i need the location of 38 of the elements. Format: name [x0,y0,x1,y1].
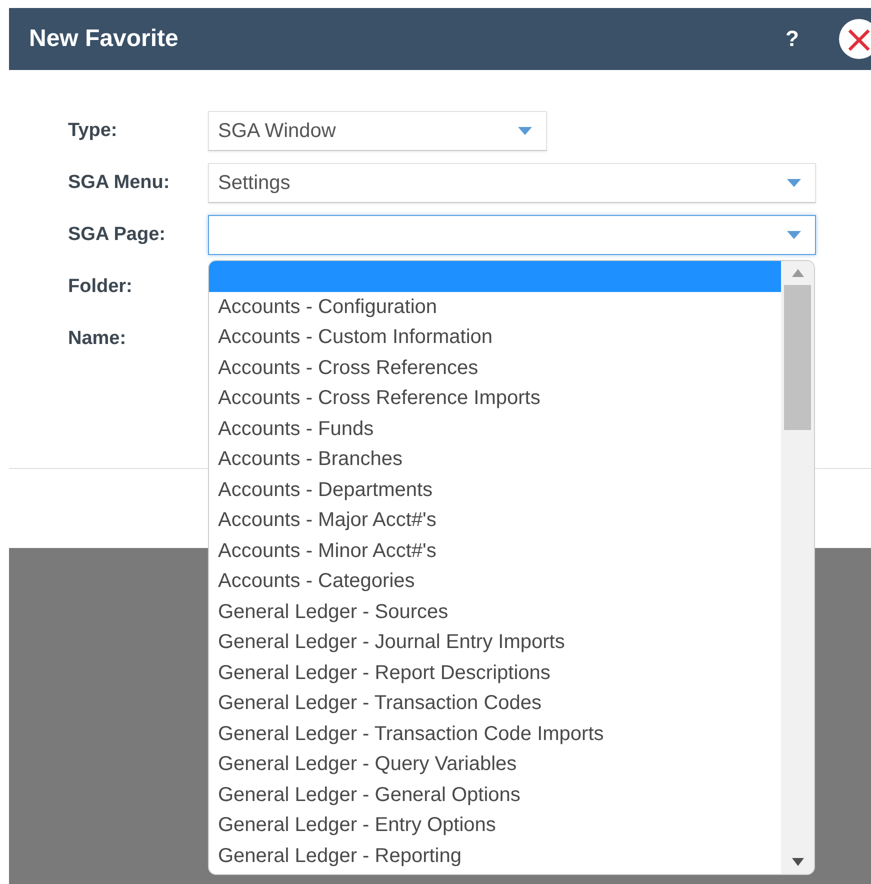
list-option[interactable]: Accounts - Cross References [209,352,781,383]
list-option[interactable]: Accounts - Cross Reference Imports [209,383,781,414]
list-option[interactable]: General Ledger - Journal Entry Imports [209,627,781,658]
list-option[interactable]: Accounts - Minor Acct#'s [209,536,781,566]
list-option[interactable]: General Ledger - General Options [209,780,781,810]
list-option[interactable]: Accounts - Funds [209,414,781,444]
list-option[interactable]: General Ledger - Transaction Code Imports [209,718,781,749]
field-label: SGA Menu: [68,172,171,194]
dropdown-field[interactable]: SGA Window [208,111,547,151]
scrollbar-thumb[interactable] [784,285,811,430]
close-button[interactable]: × [839,19,871,59]
field-label: SGA Page: [68,224,166,246]
list-option[interactable]: Accounts - Custom Information [209,322,781,352]
help-button[interactable]: ? [782,26,803,52]
dropdown-field[interactable] [208,215,816,255]
caret-icon [787,179,801,187]
list-option[interactable]: General Ledger - Query Variables [209,749,781,780]
caret-icon [787,231,801,239]
list-option[interactable]: General Ledger - Transaction Codes [209,688,781,718]
caret-icon [518,127,532,135]
field-label: Name: [68,328,128,350]
list-option[interactable]: Accounts - Departments [209,474,781,505]
scroll-down-icon [792,858,804,866]
list-option[interactable]: General Ledger - Report Descriptions [209,658,781,688]
list-option[interactable]: Accounts - Major Acct#'s [209,505,781,536]
field-label: Folder: [68,276,134,298]
list-option[interactable]: Accounts - Branches [209,444,781,474]
scroll-up-icon [792,269,804,277]
dropdown-field[interactable]: Settings [208,163,816,203]
scrollbar[interactable] [781,261,814,874]
field-label: Type: [68,120,118,142]
dialog-title: New Favorite [29,25,180,53]
list-option[interactable] [209,261,781,292]
list-option[interactable]: General Ledger - Reporting [209,840,781,871]
list-option[interactable]: Accounts - Configuration [209,292,781,322]
list-option[interactable]: Accounts - Categories [209,566,781,596]
list-option[interactable]: General Ledger - Entry Options [209,810,781,840]
list-option[interactable]: General Ledger - Sources [209,596,781,627]
